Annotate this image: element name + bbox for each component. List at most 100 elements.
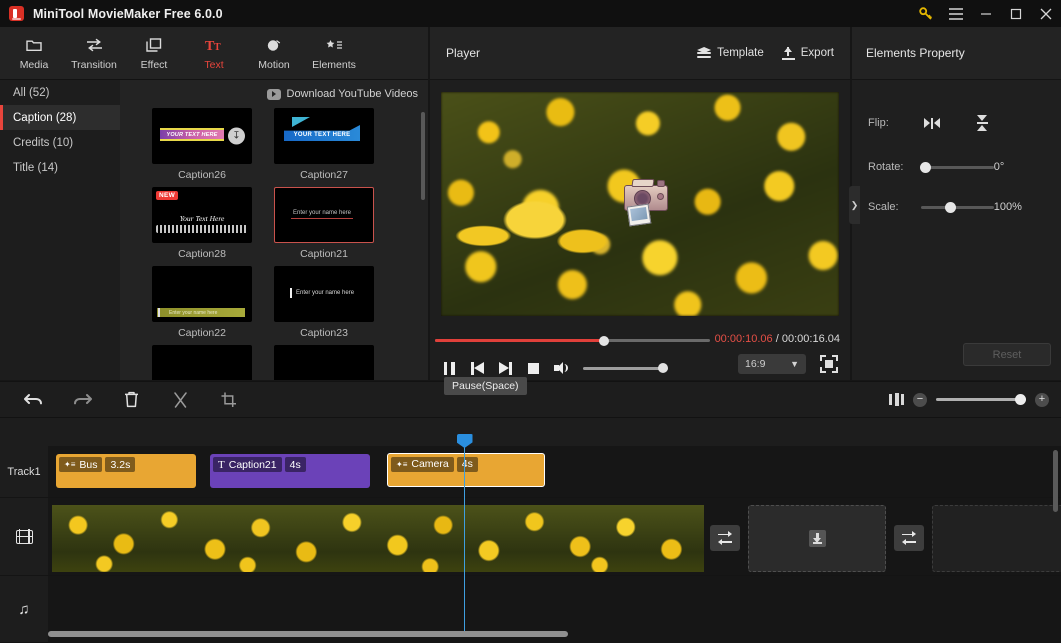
timeline-clip-camera[interactable]: ✦≡ Camera 4s (387, 453, 545, 487)
zoom-handle[interactable] (1015, 394, 1026, 405)
caption22-cursor-decoration (158, 308, 160, 317)
properties-panel: Elements Property Flip: Rotate: 0° Scale… (852, 27, 1061, 380)
properties-header: Elements Property (852, 27, 1061, 80)
effect-icon (146, 35, 162, 55)
seek-progress (435, 339, 605, 342)
player-stage (430, 80, 850, 327)
pause-button[interactable] (435, 357, 463, 379)
flip-horizontal-button[interactable] (918, 112, 946, 134)
undo-button[interactable] (12, 381, 54, 418)
split-button[interactable] (159, 381, 201, 418)
asset-thumbnail-caption23[interactable]: Enter your name here (274, 266, 374, 322)
seek-bar[interactable] (435, 339, 710, 342)
total-time: 00:00:16.04 (782, 333, 840, 345)
camera-photo (627, 203, 652, 226)
caption27-flag-decoration (292, 117, 310, 127)
seek-handle[interactable] (599, 336, 609, 346)
asset-thumbnail-caption22[interactable]: Enter your name here (152, 266, 252, 322)
next-frame-button[interactable] (491, 357, 519, 379)
category-list: All (52) Caption (28) Credits (10) Title… (0, 80, 120, 380)
volume-button[interactable] (547, 357, 575, 379)
timeline-ruler[interactable]: 0s 16.2s (0, 418, 1061, 446)
maximize-icon[interactable] (1001, 0, 1031, 27)
category-caption[interactable]: Caption (28) (0, 105, 120, 130)
asset-scrollbar[interactable] (421, 112, 425, 200)
timeline-video-clip[interactable] (52, 505, 704, 572)
download-icon[interactable]: ↧ (228, 128, 245, 145)
reset-button[interactable]: Reset (963, 343, 1051, 366)
minimize-icon[interactable] (971, 0, 1001, 27)
previous-frame-button[interactable] (463, 357, 491, 379)
timeline-horizontal-scrollbar[interactable] (48, 631, 568, 637)
download-youtube-videos-link[interactable]: Download YouTube Videos (287, 88, 419, 100)
overlay-track[interactable]: ✦≡ Bus 3.2s T Caption21 4s ✦≡ Camera (48, 446, 1061, 498)
asset-browser-header: Download YouTube Videos (120, 80, 428, 108)
zoom-in-button[interactable]: + (1035, 393, 1049, 407)
track1-label: Track1 (0, 446, 48, 498)
tab-elements[interactable]: Elements (304, 28, 364, 78)
transport-controls (435, 357, 668, 379)
transition-slot-1[interactable] (710, 525, 740, 551)
aspect-ratio-select[interactable]: 16:9 ▼ (738, 354, 806, 374)
export-button[interactable]: Export (782, 47, 834, 60)
delete-button[interactable] (110, 381, 152, 418)
redo-button[interactable] (61, 381, 103, 418)
camera-element-overlay[interactable] (624, 177, 670, 217)
asset-thumbnail-caption21[interactable]: Enter your name here (274, 187, 374, 243)
volume-handle[interactable] (658, 363, 668, 373)
preview-video[interactable] (441, 92, 839, 316)
zoom-out-button[interactable]: − (913, 393, 927, 407)
menu-icon[interactable] (941, 0, 971, 27)
crop-button[interactable] (208, 381, 250, 418)
transition-slot-2[interactable] (894, 525, 924, 551)
panel-collapse-button[interactable]: ❯ (849, 186, 860, 224)
close-icon[interactable] (1031, 0, 1061, 27)
fullscreen-button[interactable] (820, 355, 838, 373)
key-icon[interactable] (911, 0, 941, 27)
asset-cell: YOUR TEXT HERE ↧ Caption26 (152, 108, 252, 181)
zoom-slider[interactable] (936, 398, 1026, 401)
audio-track[interactable] (48, 576, 1061, 634)
asset-thumbnail-caption27[interactable]: YOUR TEXT HERE (274, 108, 374, 164)
asset-thumbnail-partial-2[interactable] (274, 345, 374, 380)
asset-label: Caption22 (152, 327, 252, 339)
scale-handle[interactable] (945, 202, 956, 213)
volume-slider[interactable] (583, 367, 668, 370)
tab-media[interactable]: Media (4, 28, 64, 78)
caption22-preview-text: Enter your name here (169, 310, 217, 316)
asset-thumbnail-caption26[interactable]: YOUR TEXT HERE ↧ (152, 108, 252, 164)
tab-transition[interactable]: Transition (64, 28, 124, 78)
category-title[interactable]: Title (14) (0, 155, 120, 180)
video-track-header[interactable] (0, 498, 48, 576)
tab-motion[interactable]: Motion (244, 28, 304, 78)
scale-slider[interactable] (921, 206, 994, 209)
timeline-vertical-scrollbar[interactable] (1053, 450, 1058, 512)
fit-timeline-icon[interactable] (889, 393, 904, 406)
video-track[interactable] (48, 498, 1061, 576)
scissors-icon (173, 392, 188, 408)
timeline-clip-caption21[interactable]: T Caption21 4s (210, 454, 370, 488)
rotate-handle[interactable] (920, 162, 931, 173)
timeline-clip-bus[interactable]: ✦≡ Bus 3.2s (56, 454, 196, 488)
flip-vertical-button[interactable] (968, 112, 996, 134)
timeline-body: Track1 ♫ ✦≡ Bus 3.2s T (0, 446, 1061, 643)
svg-text:T: T (214, 42, 221, 52)
media-drop-slot[interactable] (748, 505, 886, 572)
category-credits[interactable]: Credits (10) (0, 130, 120, 155)
stop-button[interactable] (519, 357, 547, 379)
asset-thumbnail-caption28[interactable]: NEW Your Text Here (152, 187, 252, 243)
category-all[interactable]: All (52) (0, 80, 120, 105)
scale-row: Scale: 100% (852, 192, 1061, 222)
asset-thumbnail-partial-1[interactable] (152, 345, 252, 380)
timeline-playhead[interactable] (464, 438, 465, 631)
volume-icon (554, 362, 568, 375)
tab-effect[interactable]: Effect (124, 28, 184, 78)
audio-track-header[interactable]: ♫ (0, 576, 48, 643)
player-title: Player (446, 46, 480, 60)
media-drop-slot-empty[interactable] (932, 505, 1061, 572)
new-badge: NEW (156, 191, 178, 200)
rotate-slider[interactable] (921, 166, 994, 169)
template-button[interactable]: Template (697, 47, 764, 59)
tab-text[interactable]: TT Text (184, 28, 244, 78)
timeline-track-rail: Track1 ♫ (0, 446, 48, 643)
